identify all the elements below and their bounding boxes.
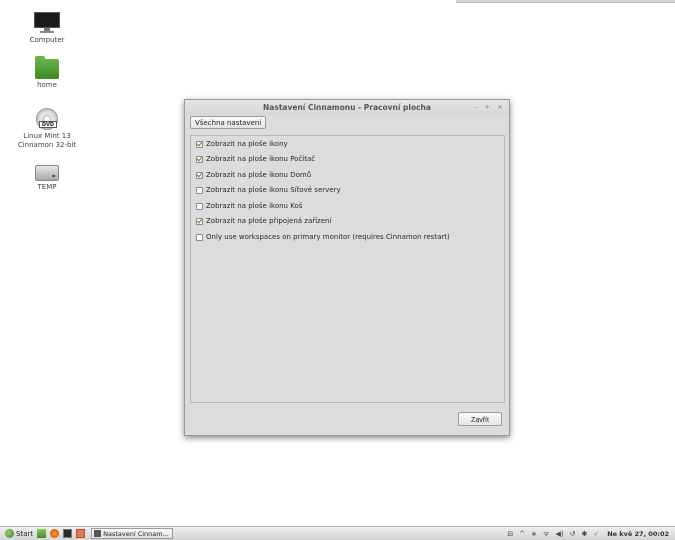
- desktop-icon-label: Computer: [29, 36, 65, 44]
- option-show-computer-icon[interactable]: Zobrazit na ploše ikonu Počítač: [196, 155, 315, 163]
- option-primary-monitor-workspaces[interactable]: Only use workspaces on primary monitor (…: [196, 233, 450, 241]
- option-label: Only use workspaces on primary monitor (…: [206, 233, 450, 241]
- dvd-disc-icon: DVD: [36, 108, 58, 130]
- desktop-icon-temp[interactable]: TEMP: [12, 162, 82, 192]
- wifi-icon[interactable]: ᯤ: [543, 530, 549, 539]
- option-show-icons[interactable]: Zobrazit na ploše ikony: [196, 140, 288, 148]
- check-icon[interactable]: ✓: [593, 530, 599, 538]
- home-folder-icon: [35, 56, 59, 79]
- update-icon[interactable]: ↺: [570, 530, 576, 538]
- taskbar-window-settings[interactable]: Nastavení Cinnam...: [91, 528, 174, 539]
- desktop-icon-label: Linux Mint 13 Cinnamon 32-bit: [17, 132, 77, 149]
- drive-icon: [35, 165, 59, 181]
- shield-icon[interactable]: ✱: [581, 530, 587, 538]
- network-icon[interactable]: ⊟: [507, 530, 513, 538]
- close-window-button[interactable]: ×: [497, 103, 503, 111]
- top-panel-strip: [456, 0, 675, 3]
- checkbox[interactable]: [196, 233, 203, 241]
- checkbox[interactable]: [196, 140, 203, 148]
- desktop-icon-computer[interactable]: Computer: [12, 12, 82, 45]
- option-show-network-icon[interactable]: Zobrazit na ploše ikonu Síťové servery: [196, 186, 341, 194]
- taskbar: Start Nastavení Cinnam... ⊟ ^ ∗ ᯤ ◀) ↺ ✱…: [0, 526, 675, 540]
- terminal-icon[interactable]: [63, 529, 73, 538]
- option-show-home-icon[interactable]: Zobrazit na ploše ikonu Domů: [196, 171, 311, 179]
- show-desktop-icon[interactable]: [37, 529, 47, 538]
- desktop-icon-dvd[interactable]: DVD Linux Mint 13 Cinnamon 32-bit: [12, 108, 82, 150]
- option-show-trash-icon[interactable]: Zobrazit na ploše ikonu Koš: [196, 202, 302, 210]
- clock[interactable]: Ne kvě 27, 00:02: [607, 530, 669, 538]
- window-title: Nastavení Cinnamonu - Pracovní plocha: [263, 103, 431, 112]
- option-label: Zobrazit na ploše ikonu Koš: [206, 202, 303, 210]
- firefox-icon[interactable]: [50, 529, 60, 538]
- bluetooth-icon[interactable]: ∗: [531, 530, 537, 538]
- option-label: Zobrazit na ploše ikonu Počítač: [206, 155, 316, 163]
- desktop-icon-label: home: [37, 81, 57, 89]
- system-tray: ⊟ ^ ∗ ᯤ ◀) ↺ ✱ ✓ Ne kvě 27, 00:02: [507, 528, 669, 540]
- maximize-button[interactable]: +: [484, 103, 490, 111]
- desktop-icon-home[interactable]: home: [12, 56, 82, 90]
- option-label: Zobrazit na ploše ikony: [206, 140, 288, 148]
- taskbar-window-label: Nastavení Cinnam...: [103, 529, 169, 538]
- checkbox[interactable]: [196, 217, 203, 225]
- volume-icon[interactable]: ◀): [555, 530, 563, 538]
- option-label: Zobrazit na ploše ikonu Síťové servery: [206, 186, 341, 194]
- option-label: Zobrazit na ploše připojená zařízení: [206, 217, 332, 225]
- mint-logo-icon: [5, 529, 14, 538]
- computer-icon: [34, 12, 60, 34]
- checkbox[interactable]: [196, 155, 203, 163]
- all-settings-button[interactable]: Všechna nastavení: [190, 116, 267, 129]
- settings-window: Nastavení Cinnamonu - Pracovní plocha – …: [184, 99, 510, 436]
- checkbox[interactable]: [196, 186, 203, 194]
- desktop-icon-label: TEMP: [37, 183, 57, 191]
- window-titlebar[interactable]: Nastavení Cinnamonu - Pracovní plocha – …: [185, 100, 509, 115]
- checkbox[interactable]: [196, 202, 203, 210]
- chevron-up-icon[interactable]: ^: [519, 530, 525, 538]
- close-button[interactable]: Zavřít: [458, 412, 502, 426]
- option-show-mounted-devices[interactable]: Zobrazit na ploše připojená zařízení: [196, 217, 331, 225]
- start-menu-button[interactable]: Start: [5, 529, 33, 538]
- start-label: Start: [16, 529, 34, 538]
- checkbox[interactable]: [196, 171, 203, 179]
- options-panel: Zobrazit na ploše ikony Zobrazit na ploš…: [190, 135, 505, 403]
- minimize-button[interactable]: –: [474, 103, 478, 111]
- option-label: Zobrazit na ploše ikonu Domů: [206, 171, 312, 179]
- settings-app-icon: [94, 530, 102, 537]
- image-viewer-icon[interactable]: [76, 529, 86, 538]
